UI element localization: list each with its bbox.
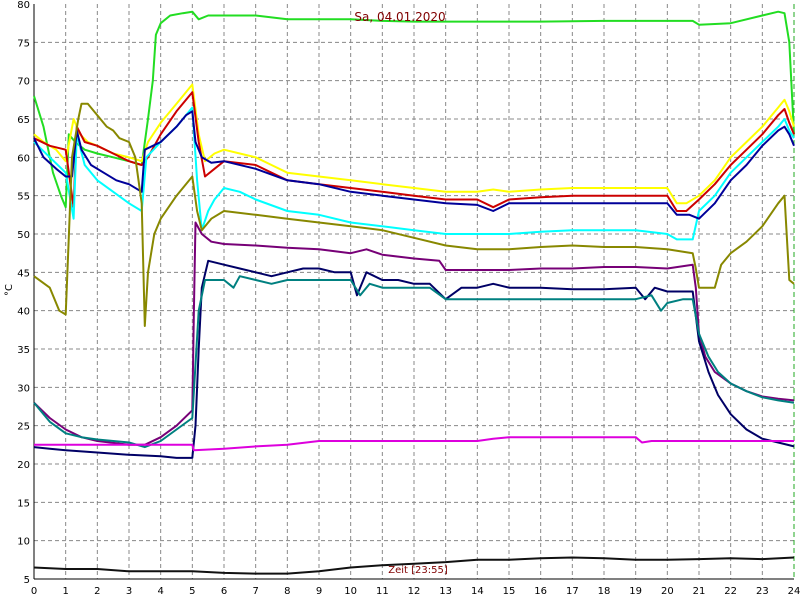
x-tick-label: 19 bbox=[629, 586, 642, 597]
x-tick-label: 6 bbox=[221, 586, 227, 597]
x-tick-label: 21 bbox=[693, 586, 706, 597]
x-tick-label: 18 bbox=[598, 586, 611, 597]
y-tick-label: 50 bbox=[17, 230, 30, 241]
x-tick-label: 24 bbox=[788, 586, 800, 597]
x-tick-label: 12 bbox=[408, 586, 421, 597]
y-tick-label: 75 bbox=[17, 38, 30, 49]
x-tick-label: 5 bbox=[189, 586, 195, 597]
x-tick-label: 13 bbox=[439, 586, 452, 597]
x-tick-label: 14 bbox=[471, 586, 484, 597]
y-tick-label: 10 bbox=[17, 537, 30, 548]
x-tick-label: 1 bbox=[62, 586, 68, 597]
chart-title: Sa, 04.01.2020 bbox=[354, 10, 445, 24]
temperature-chart: 0 1 2 3 4 5 6 7 8 9 10 11 12 13 14 15 16 17 18 19 20 21 22 23 24… bbox=[0, 0, 800, 600]
x-tick-label: 20 bbox=[661, 586, 674, 597]
y-tick-label: 40 bbox=[17, 307, 30, 318]
y-tick-label: 35 bbox=[17, 345, 30, 356]
x-tick-label: 10 bbox=[344, 586, 357, 597]
y-tick-label: 20 bbox=[17, 460, 30, 471]
x-tick-label: 15 bbox=[503, 586, 516, 597]
x-tick-label: 7 bbox=[252, 586, 258, 597]
y-tick-label: 80 bbox=[17, 0, 30, 11]
y-tick-label: 45 bbox=[17, 268, 30, 279]
x-tick-label: 8 bbox=[284, 586, 290, 597]
y-tick-label: 30 bbox=[17, 383, 30, 394]
x-tick-label: 3 bbox=[126, 586, 132, 597]
x-tick-label: 17 bbox=[566, 586, 579, 597]
x-tick-label: 0 bbox=[31, 586, 37, 597]
x-tick-label: 2 bbox=[94, 586, 100, 597]
y-axis-label: °C bbox=[4, 284, 15, 296]
y-tick-label: 5 bbox=[24, 575, 30, 586]
y-tick-label: 70 bbox=[17, 77, 30, 88]
y-tick-label: 55 bbox=[17, 192, 30, 203]
y-tick-label: 65 bbox=[17, 115, 30, 126]
x-tick-label: 11 bbox=[376, 586, 389, 597]
y-tick-label: 15 bbox=[17, 498, 30, 509]
y-tick-label: 25 bbox=[17, 422, 30, 433]
time-label: Zeit [23:55] bbox=[388, 565, 448, 576]
x-tick-label: 22 bbox=[724, 586, 737, 597]
x-tick-label: 9 bbox=[316, 586, 322, 597]
y-tick-label: 60 bbox=[17, 153, 30, 164]
x-tick-label: 4 bbox=[157, 586, 163, 597]
x-tick-label: 23 bbox=[756, 586, 769, 597]
x-tick-label: 16 bbox=[534, 586, 547, 597]
